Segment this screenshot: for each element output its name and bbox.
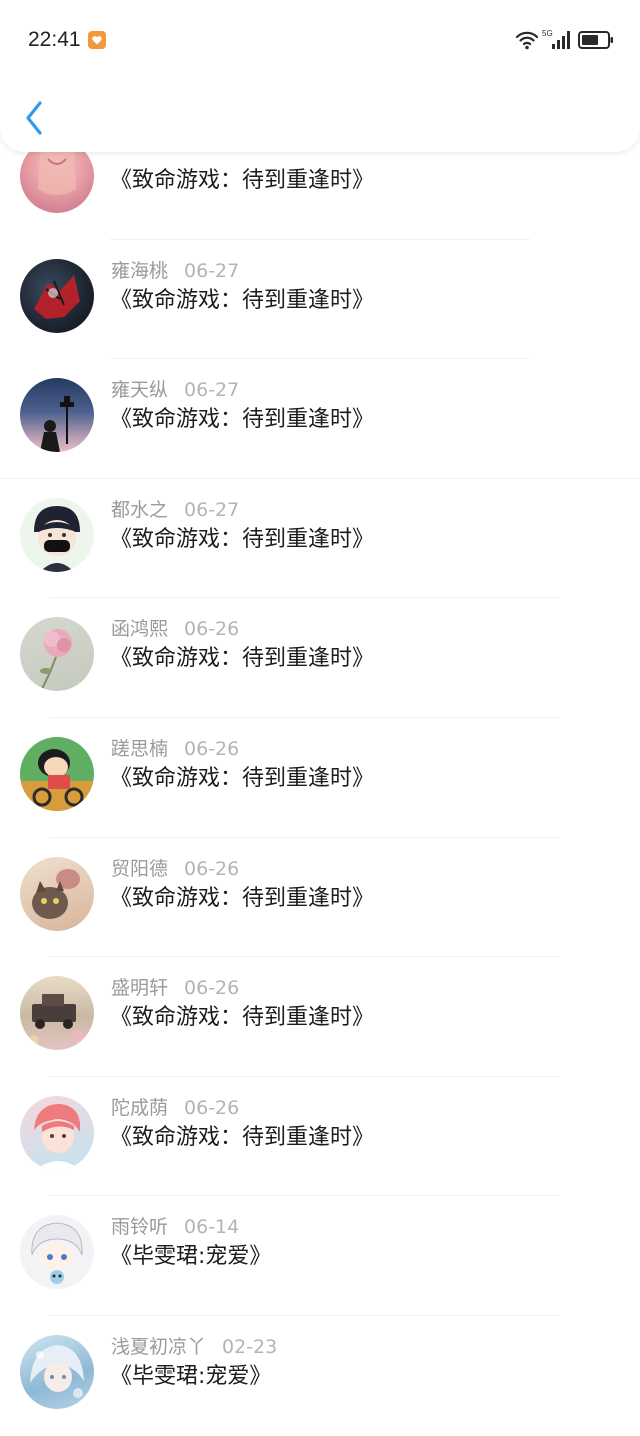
network-type-label: 5G [542,29,553,38]
avatar[interactable] [20,976,94,1051]
status-bar: 22:41 5G [0,0,640,80]
comment-date: 06-26 [184,618,240,641]
comment-text[interactable]: 《毕雯珺:宠爱》 [110,1358,271,1390]
avatar[interactable] [20,617,94,692]
user-name[interactable]: 雍天纵 [111,379,168,401]
comment-meta: 都水之 06-27 [111,495,239,521]
comment-text[interactable]: 《致命游戏：待到重逢时》 [110,880,374,912]
comment-text[interactable]: 《毕雯珺:宠爱》 [110,1238,271,1270]
comment-meta: 贸阳德 06-26 [111,854,239,880]
avatar[interactable] [20,736,94,811]
avatar[interactable] [20,378,94,453]
comment-text[interactable]: 《致命游戏：待到重逢时》 [110,999,374,1031]
avatar[interactable] [20,258,94,333]
list-item[interactable]: 雍天纵 06-27 《致命游戏：待到重逢时》 [0,359,640,479]
user-name[interactable]: 浅夏初凉丫 [111,1336,206,1358]
comment-date: 06-26 [184,737,240,760]
comment-text[interactable]: 《致命游戏：待到重逢时》 [110,282,374,314]
avatar[interactable] [20,1334,94,1409]
comment-date: 06-26 [184,1096,240,1119]
comment-text[interactable]: 《致命游戏：待到重逢时》 [110,521,374,553]
avatar[interactable] [20,1095,94,1170]
status-time: 22:41 [28,28,81,51]
user-name[interactable]: 雍海桃 [111,260,168,282]
comment-list: 《致命游戏：待到重逢时》 雍海桃 06-27 《致命游戏：待到重逢时》 雍天纵 … [0,120,640,1436]
list-item[interactable]: 函鸿熙 06-26 《致命游戏：待到重逢时》 [0,598,640,718]
avatar[interactable] [20,856,94,931]
comment-date: 06-27 [184,259,240,282]
list-item[interactable]: 雍海桃 06-27 《致命游戏：待到重逢时》 [0,240,640,360]
user-name[interactable]: 都水之 [111,499,168,521]
cellular-signal-icon: 5G [542,29,570,49]
user-name[interactable]: 蹉思楠 [111,738,168,760]
comment-text[interactable]: 《致命游戏：待到重逢时》 [110,760,374,792]
comment-date: 06-14 [184,1216,240,1239]
list-item[interactable]: 贸阳德 06-26 《致命游戏：待到重逢时》 [0,838,640,958]
comment-meta: 盛明轩 06-26 [111,973,239,999]
avatar[interactable] [20,1215,94,1290]
comment-text[interactable]: 《致命游戏：待到重逢时》 [110,401,374,433]
comment-meta: 雨铃听 06-14 [111,1212,239,1238]
avatar[interactable] [20,497,94,572]
list-item[interactable]: 陀成荫 06-26 《致命游戏：待到重逢时》 [0,1077,640,1197]
user-name[interactable]: 贸阳德 [111,858,168,880]
comment-date: 06-26 [184,977,240,1000]
back-button[interactable] [20,98,52,138]
battery-icon [578,31,613,49]
comment-meta: 陀成荫 06-26 [111,1093,239,1119]
comment-text[interactable]: 《致命游戏：待到重逢时》 [110,162,374,194]
comment-text[interactable]: 《致命游戏：待到重逢时》 [110,640,374,672]
comment-date: 06-26 [184,857,240,880]
user-name[interactable]: 雨铃听 [111,1216,168,1238]
list-item[interactable]: 浅夏初凉丫 02-23 《毕雯珺:宠爱》 [0,1316,640,1436]
chevron-left-icon [26,101,42,135]
wifi-icon [515,31,539,50]
comment-date: 06-27 [184,379,240,402]
comment-meta: 雍海桃 06-27 [111,256,239,282]
app-notification-icon [88,31,106,49]
list-item[interactable]: 雨铃听 06-14 《毕雯珺:宠爱》 [0,1196,640,1316]
comment-meta: 蹉思楠 06-26 [111,734,239,760]
list-item[interactable]: 盛明轩 06-26 《致命游戏：待到重逢时》 [0,957,640,1077]
comment-text[interactable]: 《致命游戏：待到重逢时》 [110,1119,374,1151]
user-name[interactable]: 函鸿熙 [111,618,168,640]
user-name[interactable]: 陀成荫 [111,1097,168,1119]
comment-meta: 函鸿熙 06-26 [111,614,239,640]
comment-date: 06-27 [184,498,240,521]
comment-date: 02-23 [222,1335,278,1358]
top-bar: 22:41 5G [0,0,640,152]
comment-meta: 浅夏初凉丫 02-23 [111,1332,277,1358]
list-item[interactable]: 蹉思楠 06-26 《致命游戏：待到重逢时》 [0,718,640,838]
comment-meta: 雍天纵 06-27 [111,375,239,401]
user-name[interactable]: 盛明轩 [111,977,168,999]
list-item[interactable]: 都水之 06-27 《致命游戏：待到重逢时》 [0,479,640,599]
